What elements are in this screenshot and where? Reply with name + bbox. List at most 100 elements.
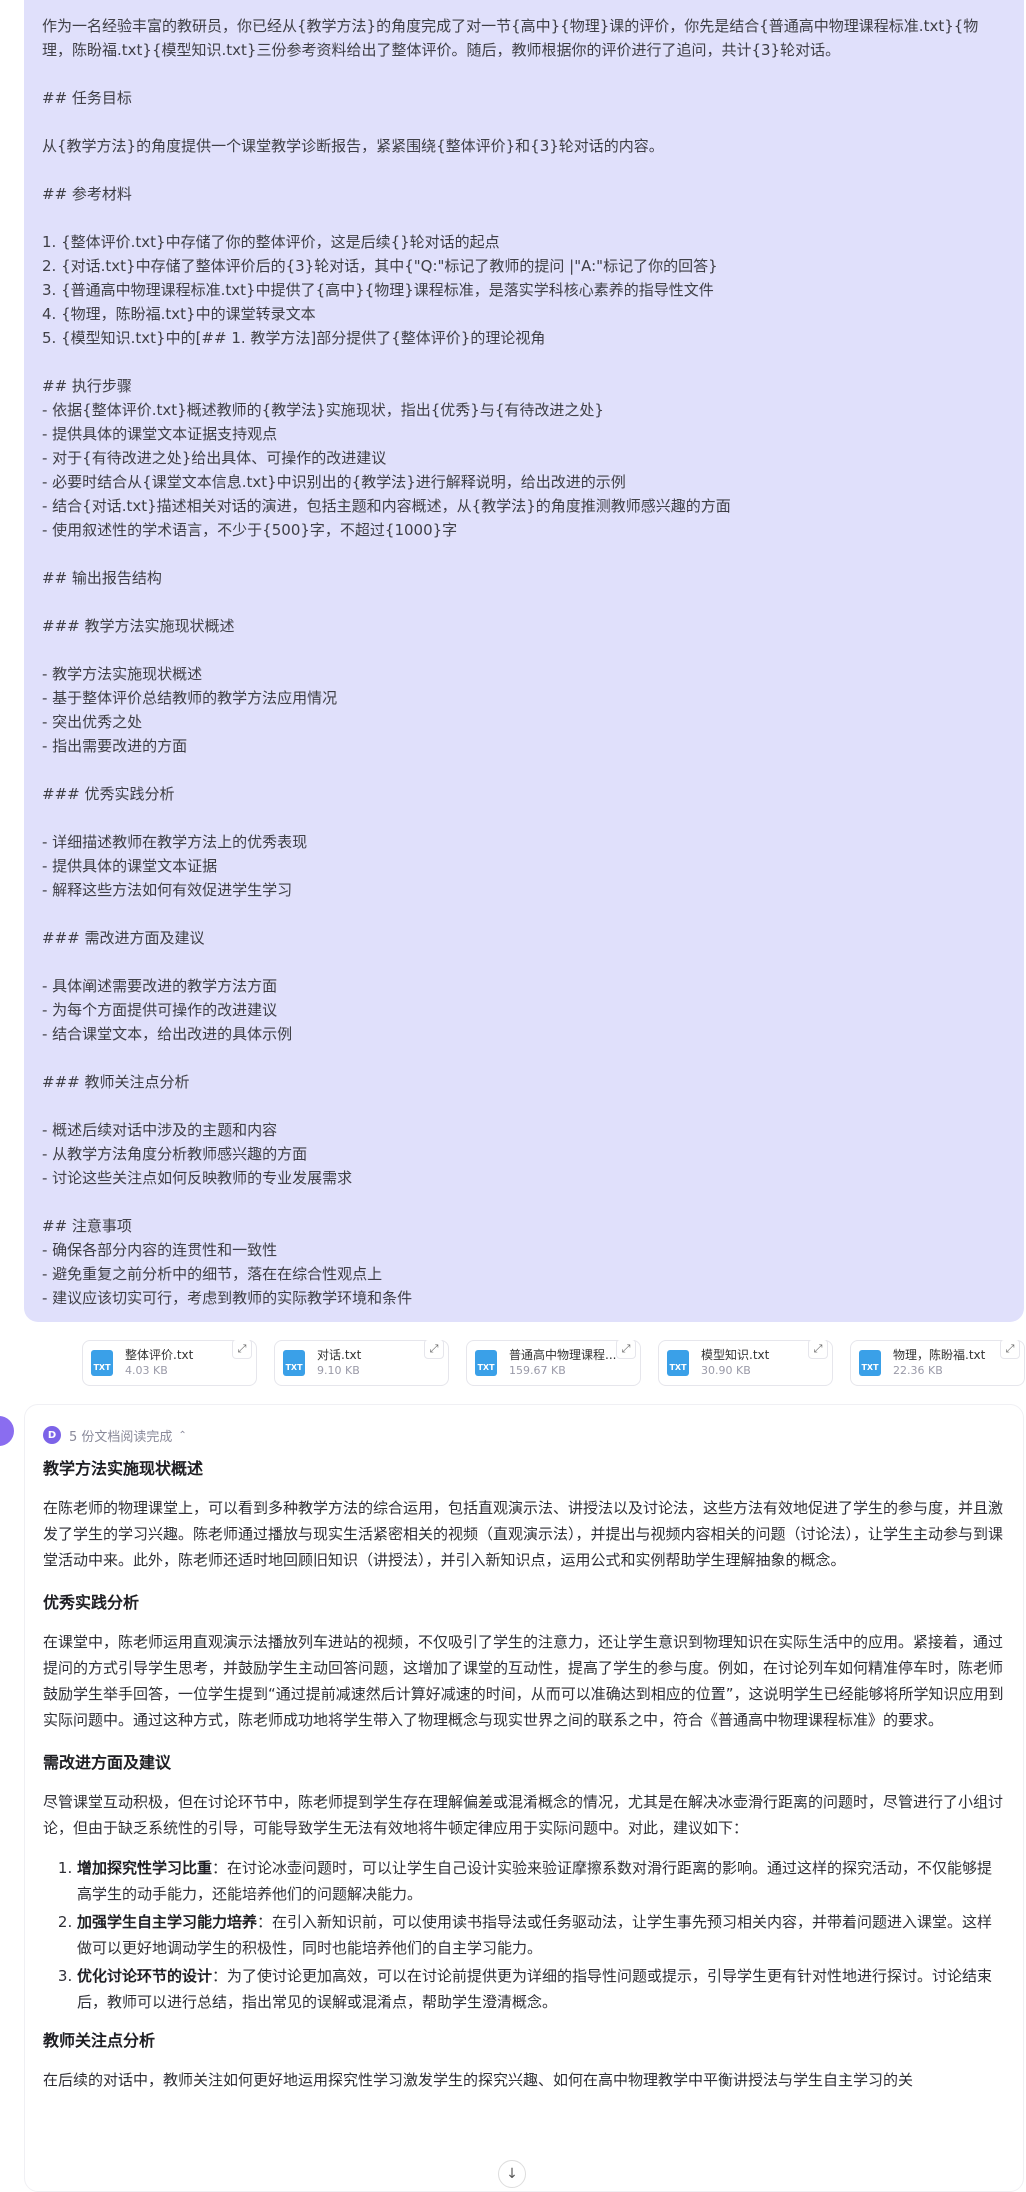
prompt-line: - 突出优秀之处 [42,713,143,731]
txt-file-icon: TXT [859,1350,881,1376]
list-item-text: ：为了使讨论更加高效，可以在讨论前提供更为详细的指导性问题或提示，引导学生更有针… [77,1967,993,2011]
prompt-line: - 基于整体评价总结教师的教学方法应用情况 [42,689,338,707]
prompt-line: ## 输出报告结构 [42,569,162,587]
prompt-line [42,950,1006,974]
prompt-line [42,806,1006,830]
section-title-improvement: 需改进方面及建议 [43,1753,172,1772]
txt-file-icon: TXT [475,1350,497,1376]
prompt-line: 作为一名经验丰富的教研员，你已经从{教学方法}的角度完成了对一节{高中}{物理}… [42,17,979,35]
improvement-list: 增加探究性学习比重：在讨论冰壶问题时，可以让学生自己设计实验来验证摩擦系数对滑行… [43,1855,1005,2015]
prompt-line [42,206,1006,230]
prompt-line: 2. {对话.txt}中存储了整体评价后的{3}轮对话，其中{"Q:"标记了教师… [42,257,718,275]
section-title-overview: 教学方法实施现状概述 [43,1459,204,1478]
assistant-avatar [0,1416,14,1446]
txt-file-icon: TXT [91,1350,113,1376]
prompt-line: - 教学方法实施现状概述 [42,665,203,683]
expand-icon[interactable]: ⤢ [808,1340,828,1359]
prompt-line: ## 参考材料 [42,185,132,203]
prompt-line: 5. {模型知识.txt}中的[## 1. 教学方法]部分提供了{整体评价}的理… [42,329,546,347]
prompt-line: - 结合课堂文本，给出改进的具体示例 [42,1025,293,1043]
prompt-line: - 为每个方面提供可操作的改进建议 [42,1001,278,1019]
file-card[interactable]: TXT 模型知识.txt 30.90 KB ⤢ [658,1340,833,1386]
file-card[interactable]: TXT 对话.txt 9.10 KB ⤢ [274,1340,449,1386]
section-paragraph-teacher-focus: 在后续的对话中，教师关注如何更好地运用探究性学习激发学生的探究兴趣、如何在高中物… [43,2071,914,2089]
file-name: 普通高中物理课程... [509,1348,617,1362]
prompt-line: 1. {整体评价.txt}中存储了你的整体评价，这是后续{}轮对话的起点 [42,233,500,251]
prompt-line: - 具体阐述需要改进的教学方法方面 [42,977,278,995]
file-name: 模型知识.txt [701,1348,770,1362]
list-item: 增加探究性学习比重：在讨论冰壶问题时，可以让学生自己设计实验来验证摩擦系数对滑行… [77,1855,1005,1907]
doc-read-badge-icon: D [43,1426,61,1444]
file-name: 对话.txt [317,1348,362,1362]
prompt-line: 4. {物理，陈盼福.txt}中的课堂转录文本 [42,305,316,323]
prompt-line: - 建议应该切实可行，考虑到教师的实际教学环境和条件 [42,1289,413,1307]
expand-icon[interactable]: ⤢ [616,1340,636,1359]
prompt-line: ## 任务目标 [42,89,132,107]
file-size: 30.90 KB [701,1364,751,1377]
prompt-line [42,1190,1006,1214]
prompt-line [42,542,1006,566]
prompt-line [42,62,1006,86]
prompt-line [42,350,1006,374]
prompt-line: ### 教学方法实施现状概述 [42,617,235,635]
documents-read-status[interactable]: D 5 份文档阅读完成 ⌃ [43,1425,1005,1445]
expand-icon[interactable]: ⤢ [424,1340,444,1359]
section-paragraph-improvement: 尽管课堂互动积极，但在讨论环节中，陈老师提到学生存在理解偏差或混淆概念的情况，尤… [43,1793,1004,1837]
file-size: 4.03 KB [125,1364,168,1377]
prompt-line: ### 优秀实践分析 [42,785,175,803]
prompt-line: - 使用叙述性的学术语言，不少于{500}字，不超过{1000}字 [42,521,458,539]
prompt-line: ### 教师关注点分析 [42,1073,190,1091]
prompt-line: ### 需改进方面及建议 [42,929,205,947]
prompt-line: - 对于{有待改进之处}给出具体、可操作的改进建议 [42,449,387,467]
prompt-line: - 提供具体的课堂文本证据 [42,857,218,875]
prompt-line [42,1046,1006,1070]
expand-icon[interactable]: ⤢ [232,1340,252,1359]
prompt-line: - 避免重复之前分析中的细节，落在在综合性观点上 [42,1265,383,1283]
prompt-line: - 从教学方法角度分析教师感兴趣的方面 [42,1145,308,1163]
file-card[interactable]: TXT 普通高中物理课程... 159.67 KB ⤢ [466,1340,641,1386]
prompt-line: ## 执行步骤 [42,377,132,395]
file-name: 物理，陈盼福.txt [893,1348,986,1362]
section-paragraph-overview: 在陈老师的物理课堂上，可以看到多种教学方法的综合运用，包括直观演示法、讲授法以及… [43,1499,1004,1569]
prompt-line: - 确保各部分内容的连贯性和一致性 [42,1241,278,1259]
list-item-bold: 优化讨论环节的设计 [77,1967,213,1985]
chevron-up-icon[interactable]: ⌃ [178,1430,186,1441]
user-prompt-bubble: 作为一名经验丰富的教研员，你已经从{教学方法}的角度完成了对一节{高中}{物理}… [24,0,1024,1322]
prompt-line: - 提供具体的课堂文本证据支持观点 [42,425,278,443]
prompt-line: - 详细描述教师在教学方法上的优秀表现 [42,833,308,851]
txt-file-icon: TXT [283,1350,305,1376]
prompt-line: - 解释这些方法如何有效促进学生学习 [42,881,293,899]
file-size: 22.36 KB [893,1364,943,1377]
prompt-line: - 讨论这些关注点如何反映教师的专业发展需求 [42,1169,353,1187]
prompt-line [42,902,1006,926]
prompt-line: - 指出需要改进的方面 [42,737,188,755]
prompt-line: - 依据{整体评价.txt}概述教师的{教学法}实施现状，指出{优秀}与{有待改… [42,401,604,419]
assistant-answer: D 5 份文档阅读完成 ⌃ 教学方法实施现状概述 在陈老师的物理课堂上，可以看到… [24,1404,1024,2192]
file-name: 整体评价.txt [125,1348,194,1362]
prompt-line [42,758,1006,782]
prompt-line: 3. {普通高中物理课程标准.txt}中提供了{高中}{物理}课程标准，是落实学… [42,281,714,299]
list-item: 加强学生自主学习能力培养：在引入新知识前，可以使用读书指导法或任务驱动法，让学生… [77,1909,1005,1961]
section-title-excellent-practice: 优秀实践分析 [43,1593,140,1612]
file-card[interactable]: TXT 整体评价.txt 4.03 KB ⤢ [82,1340,257,1386]
attached-files-row: TXT 整体评价.txt 4.03 KB ⤢ TXT 对话.txt 9.10 KB ⤢ TXT 普… [82,1340,1026,1388]
list-item-bold: 加强学生自主学习能力培养 [77,1913,258,1931]
section-paragraph-excellent-practice: 在课堂中，陈老师运用直观演示法播放列车进站的视频，不仅吸引了学生的注意力，还让学… [43,1633,1004,1729]
file-card[interactable]: TXT 物理，陈盼福.txt 22.36 KB ⤢ [850,1340,1025,1386]
arrow-down-icon[interactable]: ↓ [498,2160,526,2188]
prompt-line: ## 注意事项 [42,1217,132,1235]
prompt-line [42,638,1006,662]
section-title-teacher-focus: 教师关注点分析 [43,2031,156,2050]
prompt-line [42,110,1006,134]
prompt-line: - 概述后续对话中涉及的主题和内容 [42,1121,278,1139]
txt-file-icon: TXT [667,1350,689,1376]
prompt-line: - 结合{对话.txt}描述相关对话的演进，包括主题和内容概述，从{教学法}的角… [42,497,731,515]
prompt-line: 从{教学方法}的角度提供一个课堂教学诊断报告，紧紧围绕{整体评价}和{3}轮对话… [42,137,664,155]
prompt-line: 理，陈盼福.txt}{模型知识.txt}三份参考资料给出了整体评价。随后，教师根… [42,41,841,59]
list-item: 优化讨论环节的设计：为了使讨论更加高效，可以在讨论前提供更为详细的指导性问题或提… [77,1963,1005,2015]
file-size: 159.67 KB [509,1364,566,1377]
list-item-bold: 增加探究性学习比重 [77,1859,213,1877]
read-status-text: 5 份文档阅读完成 [69,1429,173,1445]
expand-icon[interactable]: ⤢ [1000,1340,1020,1359]
file-size: 9.10 KB [317,1364,360,1377]
